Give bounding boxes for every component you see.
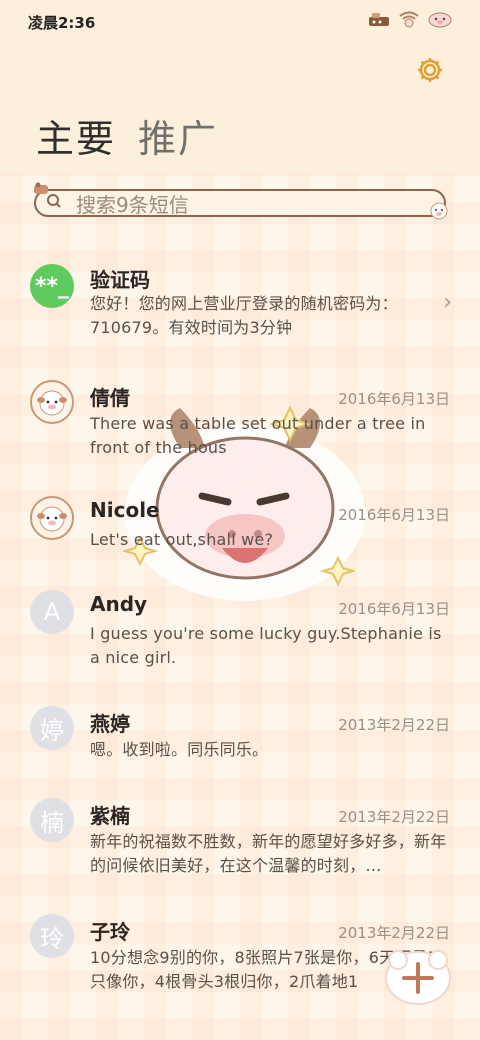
message-preview: 您好！您的网上营业厅登录的随机密码为：710679。有效时间为3分钟	[90, 294, 398, 337]
message-preview: There was a table set out under a tree i…	[90, 414, 426, 457]
chevron-right-icon: ›	[443, 290, 452, 315]
signal-icon	[368, 11, 390, 31]
message-preview: Let's eat out,shall we?	[90, 530, 274, 549]
contact-name: Nicole	[90, 498, 160, 522]
gear-icon[interactable]	[416, 56, 444, 84]
tab-primary[interactable]: 主要	[36, 108, 116, 163]
conversation-item[interactable]: 楠 紫楠 2013年2月22日 新年的祝福数不胜数，新年的愿望好多好多，新年的问…	[0, 798, 480, 888]
message-date: 2013年2月22日	[338, 808, 450, 826]
tab-promotions[interactable]: 推广	[138, 108, 218, 163]
message-date: 2013年2月22日	[338, 924, 450, 942]
bear-sticker-icon	[32, 180, 50, 199]
conversation-item[interactable]: 倩倩 2016年6月13日 There was a table set out …	[0, 380, 480, 470]
contact-name: 子玲	[90, 920, 130, 944]
conversation-item[interactable]: A Andy 2016年6月13日 I guess you're some lu…	[0, 590, 480, 680]
search-input[interactable]: 搜索9条短信	[34, 189, 446, 217]
compose-button[interactable]	[382, 944, 454, 1008]
wifi-icon	[398, 10, 420, 32]
contact-name: 紫楠	[90, 804, 130, 828]
avatar: A	[30, 590, 74, 634]
avatar: **_	[30, 264, 74, 308]
avatar: 玲	[30, 914, 74, 958]
status-time: 凌晨2:36	[28, 14, 96, 32]
message-preview: 嗯。收到啦。同乐同乐。	[90, 740, 269, 759]
avatar: 楠	[30, 798, 74, 842]
avatar	[30, 380, 74, 424]
message-preview: I guess you're some lucky guy.Stephanie …	[90, 624, 442, 667]
search-placeholder: 搜索9条短信	[76, 192, 189, 217]
message-date: 2016年6月13日	[338, 600, 450, 618]
avatar	[30, 496, 74, 540]
message-date: 2013年2月22日	[338, 716, 450, 734]
message-date: 2016年6月13日	[338, 390, 450, 408]
message-preview: 新年的祝福数不胜数，新年的愿望好多好多，新年的问候依旧美好，在这个温馨的时刻，…	[90, 832, 447, 875]
conversation-item[interactable]: 婷 燕婷 2013年2月22日 嗯。收到啦。同乐同乐。	[0, 706, 480, 776]
conversation-item[interactable]: Nicole 2016年6月13日 Let's eat out,shall we…	[0, 496, 480, 566]
contact-name: Andy	[90, 592, 148, 616]
avatar: 婷	[30, 706, 74, 750]
contact-name: 燕婷	[90, 712, 130, 736]
sheep-sticker-icon	[428, 200, 450, 224]
status-bar: 凌晨2:36	[0, 0, 480, 44]
message-date: 2016年6月13日	[338, 506, 450, 524]
battery-icon	[428, 10, 452, 32]
tab-bar: 主要 推广	[36, 108, 218, 163]
contact-name: 验证码	[90, 268, 150, 292]
contact-name: 倩倩	[90, 386, 130, 410]
status-icons	[368, 10, 452, 32]
conversation-item[interactable]: **_ 验证码 您好！您的网上营业厅登录的随机密码为：710679。有效时间为3…	[0, 256, 480, 356]
